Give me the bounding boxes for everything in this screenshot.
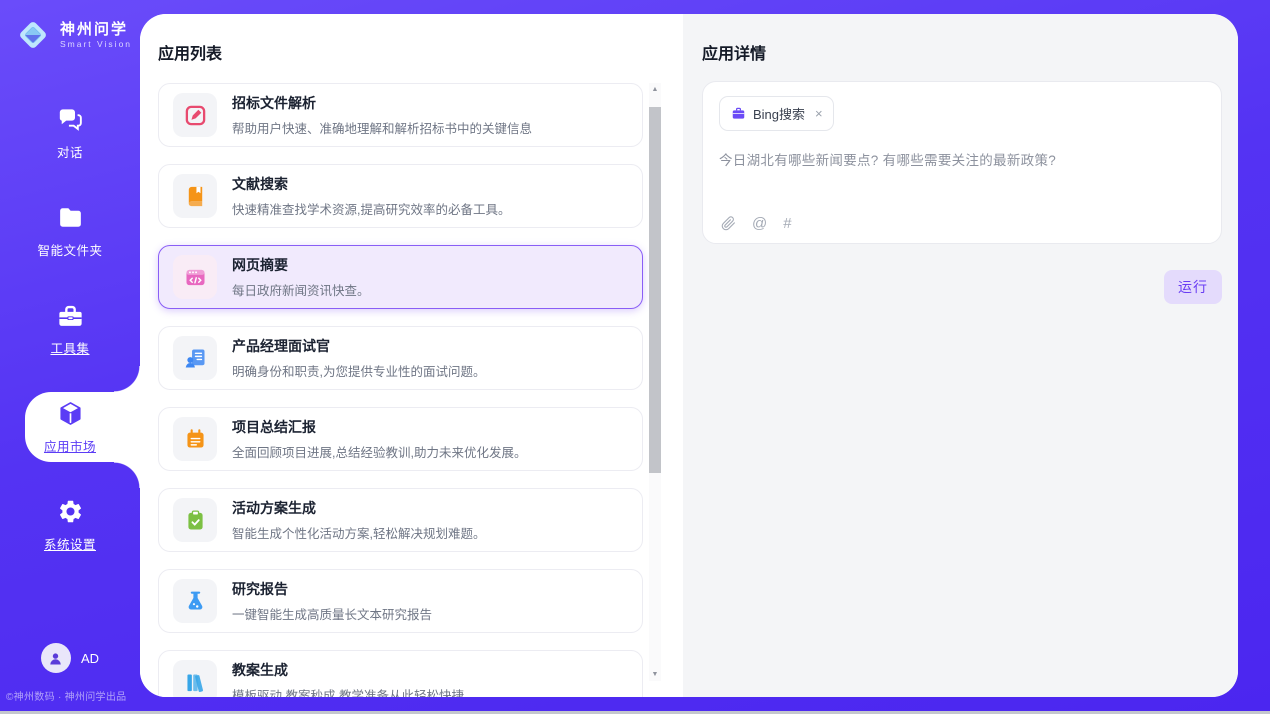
app-description: 全面回顾项目进展,总结经验教训,助力未来优化发展。 — [232, 442, 526, 461]
sidebar-item-chat[interactable]: 对话 — [0, 84, 140, 182]
research-icon — [173, 579, 217, 623]
app-list: 招标文件解析 帮助用户快速、准确地理解和解析招标书中的关键信息 文献搜索 快速精… — [140, 81, 683, 697]
sidebar-item-toolset[interactable]: 工具集 — [0, 280, 140, 378]
app-card[interactable]: 产品经理面试官 明确身份和职责,为您提供专业性的面试问题。 — [158, 326, 643, 390]
books-icon — [173, 660, 217, 697]
app-name: 研究报告 — [232, 579, 432, 599]
book-icon — [173, 174, 217, 218]
sidebar-item-smart-folder[interactable]: 智能文件夹 — [0, 182, 140, 280]
chat-icon — [57, 106, 84, 133]
scrollbar-thumb[interactable] — [649, 107, 661, 473]
note-icon — [173, 417, 217, 461]
sidebar-item-settings[interactable]: 系统设置 — [0, 476, 140, 574]
app-window: 神州问学 Smart Vision 对话 智能文件夹 工具集 应用市场 — [0, 0, 1270, 714]
app-card[interactable]: 研究报告 一键智能生成高质量长文本研究报告 — [158, 569, 643, 633]
sidebar-item-label: 应用市场 — [44, 436, 96, 455]
app-card[interactable]: 文献搜索 快速精准查找学术资源,提高研究效率的必备工具。 — [158, 164, 643, 228]
gem-logo-icon — [14, 16, 52, 54]
app-list-title: 应用列表 — [158, 40, 683, 64]
app-description: 每日政府新闻资讯快查。 — [232, 280, 370, 299]
prompt-input[interactable]: 今日湖北有哪些新闻要点? 有哪些需要关注的最新政策? — [719, 149, 1205, 169]
app-name: 招标文件解析 — [232, 93, 532, 113]
briefcase-icon — [731, 106, 746, 121]
app-name: 活动方案生成 — [232, 498, 485, 518]
sidebar-item-label: 对话 — [57, 142, 83, 161]
copyright-text: ©神州数码 · 神州问学出品 — [6, 688, 126, 703]
sidebar-item-label: 系统设置 — [44, 534, 96, 553]
app-description: 快速精准查找学术资源,提高研究效率的必备工具。 — [232, 199, 510, 218]
attachment-icon[interactable] — [721, 216, 736, 231]
run-button[interactable]: 运行 — [1164, 270, 1222, 304]
main-content: 应用列表 招标文件解析 帮助用户快速、准确地理解和解析招标书中的关键信息 文献搜… — [140, 14, 1238, 697]
app-description: 智能生成个性化活动方案,轻松解决规划难题。 — [232, 523, 485, 542]
gear-icon — [57, 498, 84, 525]
sidebar: 神州问学 Smart Vision 对话 智能文件夹 工具集 应用市场 — [0, 0, 140, 711]
app-description: 模板驱动,教案秒成,教学准备从此轻松快捷 — [232, 685, 464, 697]
sidebar-nav: 对话 智能文件夹 工具集 应用市场 系统设置 — [0, 84, 140, 574]
app-description: 明确身份和职责,为您提供专业性的面试问题。 — [232, 361, 485, 380]
app-name: 网页摘要 — [232, 255, 370, 275]
toolbox-icon — [57, 302, 84, 329]
clipboard-icon — [173, 498, 217, 542]
prompt-toolbar: @ # — [721, 216, 792, 231]
sidebar-item-label: 智能文件夹 — [37, 240, 102, 259]
interview-icon — [173, 336, 217, 380]
user-account[interactable]: AD — [0, 643, 140, 673]
app-card[interactable]: 网页摘要 每日政府新闻资讯快查。 — [158, 245, 643, 309]
app-name: 教案生成 — [232, 660, 464, 680]
hashtag-icon[interactable]: # — [783, 216, 791, 231]
app-detail-panel: 应用详情 Bing搜索 × 今日湖北有哪些新闻要点? 有哪些需要关注的最新政策?… — [683, 14, 1238, 697]
app-detail-title: 应用详情 — [702, 40, 1238, 64]
scrollbar[interactable]: ▲ ▼ — [649, 83, 661, 681]
run-row: 运行 — [683, 270, 1222, 304]
tool-tag-label: Bing搜索 — [753, 104, 805, 123]
app-name: 项目总结汇报 — [232, 417, 526, 437]
scroll-down-icon[interactable]: ▼ — [649, 668, 661, 681]
tag-close-icon[interactable]: × — [815, 106, 823, 121]
app-card[interactable]: 项目总结汇报 全面回顾项目进展,总结经验教训,助力未来优化发展。 — [158, 407, 643, 471]
pen-icon — [173, 93, 217, 137]
app-card[interactable]: 教案生成 模板驱动,教案秒成,教学准备从此轻松快捷 — [158, 650, 643, 697]
mention-icon[interactable]: @ — [752, 216, 767, 231]
folder-icon — [57, 204, 84, 231]
avatar — [41, 643, 71, 673]
sidebar-item-label: 工具集 — [50, 338, 89, 357]
app-name: 产品经理面试官 — [232, 336, 485, 356]
prompt-card: Bing搜索 × 今日湖北有哪些新闻要点? 有哪些需要关注的最新政策? @ # — [702, 81, 1222, 244]
cube-icon — [57, 400, 84, 427]
sidebar-item-app-market[interactable]: 应用市场 — [0, 378, 140, 476]
brand-name: 神州问学 — [60, 21, 132, 40]
app-description: 帮助用户快速、准确地理解和解析招标书中的关键信息 — [232, 118, 532, 137]
brand-subtitle: Smart Vision — [60, 39, 132, 49]
app-description: 一键智能生成高质量长文本研究报告 — [232, 604, 432, 623]
app-name: 文献搜索 — [232, 174, 510, 194]
user-name: AD — [81, 651, 99, 666]
scroll-up-icon[interactable]: ▲ — [649, 83, 661, 96]
browser-icon — [173, 255, 217, 299]
app-list-panel: 应用列表 招标文件解析 帮助用户快速、准确地理解和解析招标书中的关键信息 文献搜… — [140, 14, 683, 697]
app-card[interactable]: 招标文件解析 帮助用户快速、准确地理解和解析招标书中的关键信息 — [158, 83, 643, 147]
app-card[interactable]: 活动方案生成 智能生成个性化活动方案,轻松解决规划难题。 — [158, 488, 643, 552]
brand-logo: 神州问学 Smart Vision — [0, 0, 140, 54]
tool-tag-bing-search[interactable]: Bing搜索 × — [719, 96, 834, 131]
person-icon — [47, 650, 64, 667]
